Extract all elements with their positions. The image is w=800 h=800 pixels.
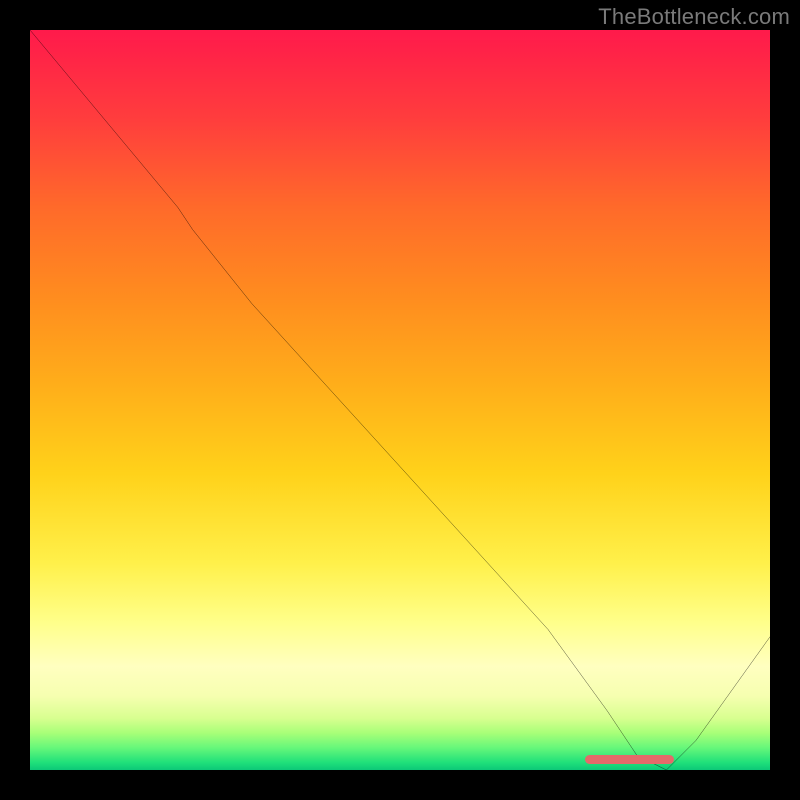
chart-frame: TheBottleneck.com [0,0,800,800]
optimal-range-marker [585,755,674,764]
bottleneck-line [30,30,770,770]
plot-area [30,30,770,770]
watermark-text: TheBottleneck.com [598,4,790,30]
